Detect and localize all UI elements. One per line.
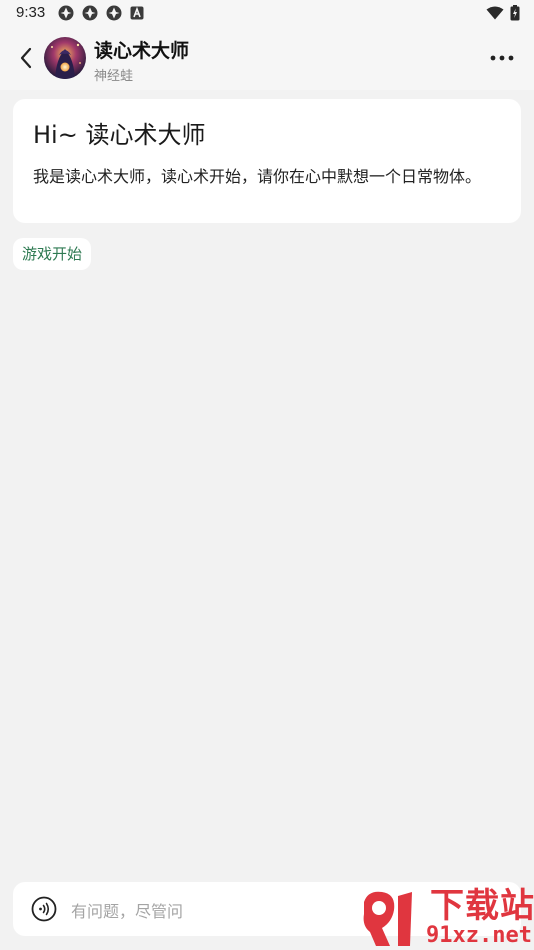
chat-header: 读心术大师 神经蛙 xyxy=(0,28,534,90)
app-notification-icon xyxy=(106,5,122,21)
watermark-logo-icon xyxy=(363,891,412,946)
wifi-icon xyxy=(486,6,504,20)
a-square-icon xyxy=(130,6,144,20)
more-button[interactable] xyxy=(488,48,516,68)
suggestion-chip-start-game[interactable]: 游戏开始 xyxy=(13,238,92,270)
status-icons-left xyxy=(58,5,144,21)
greeting-message: 我是读心术大师，读心术开始，请你在心中默想一个日常物体。 xyxy=(33,167,482,186)
app-notification-icon xyxy=(58,5,74,21)
watermark-text-bottom: 91xz.net xyxy=(426,923,532,948)
battery-charging-icon xyxy=(510,5,520,21)
watermark: 下载站 91xz.net xyxy=(360,886,534,948)
more-horizontal-icon xyxy=(490,55,514,61)
voice-wave-icon xyxy=(31,896,57,922)
message-input[interactable]: 有问题，尽管问 xyxy=(71,898,183,922)
chat-subtitle: 神经蛙 xyxy=(94,69,134,84)
status-bar: 9:33 xyxy=(0,0,534,28)
greeting-card: Hi~ 读心术大师 我是读心术大师，读心术开始，请你在心中默想一个日常物体。 xyxy=(13,99,521,223)
status-icons-right xyxy=(486,5,520,21)
app-notification-icon xyxy=(82,5,98,21)
back-button[interactable] xyxy=(14,44,40,72)
watermark-text-top: 下载站 xyxy=(430,886,534,926)
avatar[interactable] xyxy=(44,37,86,79)
voice-input-button[interactable] xyxy=(31,896,57,922)
chat-title: 读心术大师 xyxy=(94,40,190,62)
chevron-left-icon xyxy=(20,47,32,69)
greeting-title: Hi~ 读心术大师 xyxy=(33,121,206,149)
status-time: 9:33 xyxy=(16,4,46,21)
